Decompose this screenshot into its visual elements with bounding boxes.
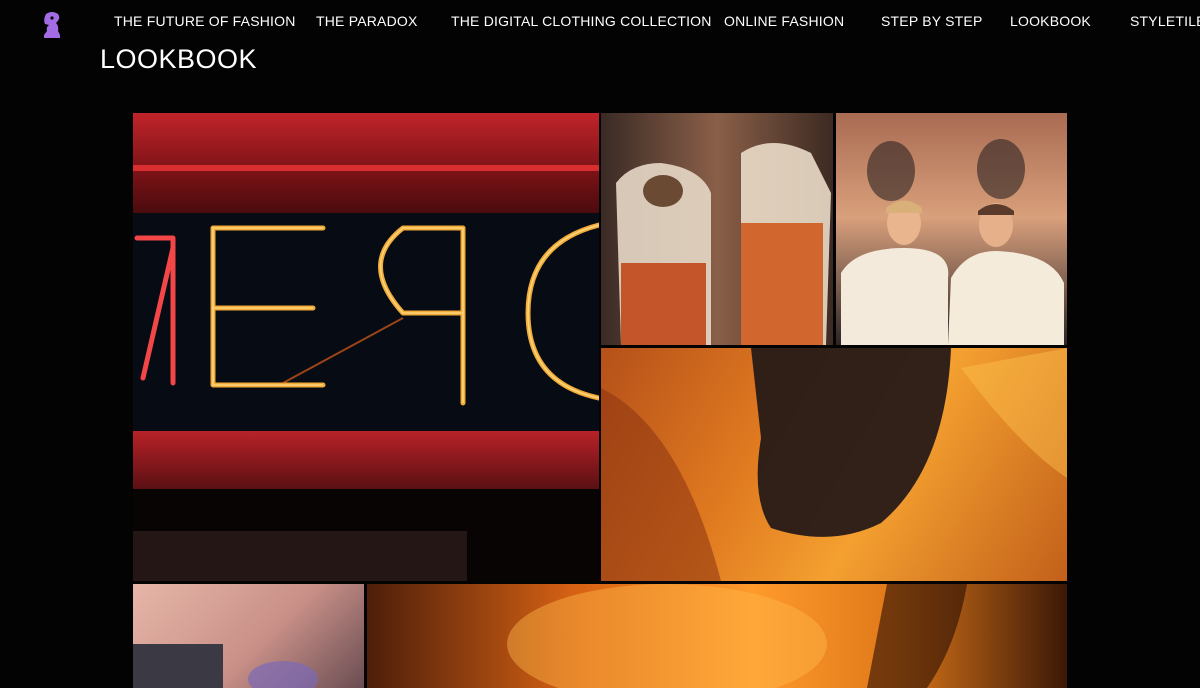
neon-open-sign-photo (133, 113, 599, 581)
nav-item-lookbook[interactable]: LOOKBOOK (1010, 13, 1091, 29)
nav-item-future-of-fashion[interactable]: THE FUTURE OF FASHION (114, 13, 296, 29)
nav-item-step-by-step[interactable]: STEP BY STEP (881, 13, 982, 29)
two-people-portrait-photo (836, 113, 1067, 345)
page: THE FUTURE OF FASHION THE PARADOX THE DI… (0, 0, 1200, 688)
orange-glow-photo (367, 584, 1067, 688)
nav-item-the-paradox[interactable]: THE PARADOX (316, 13, 418, 29)
nav-item-styletile[interactable]: STYLETILE (1130, 13, 1200, 29)
nav-item-online-fashion[interactable]: ONLINE FASHION (724, 13, 844, 29)
page-title: LOOKBOOK (100, 44, 258, 74)
top-navigation: THE FUTURE OF FASHION THE PARADOX THE DI… (0, 0, 1200, 44)
logo-icon[interactable] (43, 11, 61, 39)
pink-light-photo (133, 584, 364, 688)
nav-item-digital-clothing-collection[interactable]: THE DIGITAL CLOTHING COLLECTION (451, 13, 712, 29)
orange-fabric-closeup-photo (601, 348, 1067, 581)
two-backs-photo (601, 113, 833, 345)
